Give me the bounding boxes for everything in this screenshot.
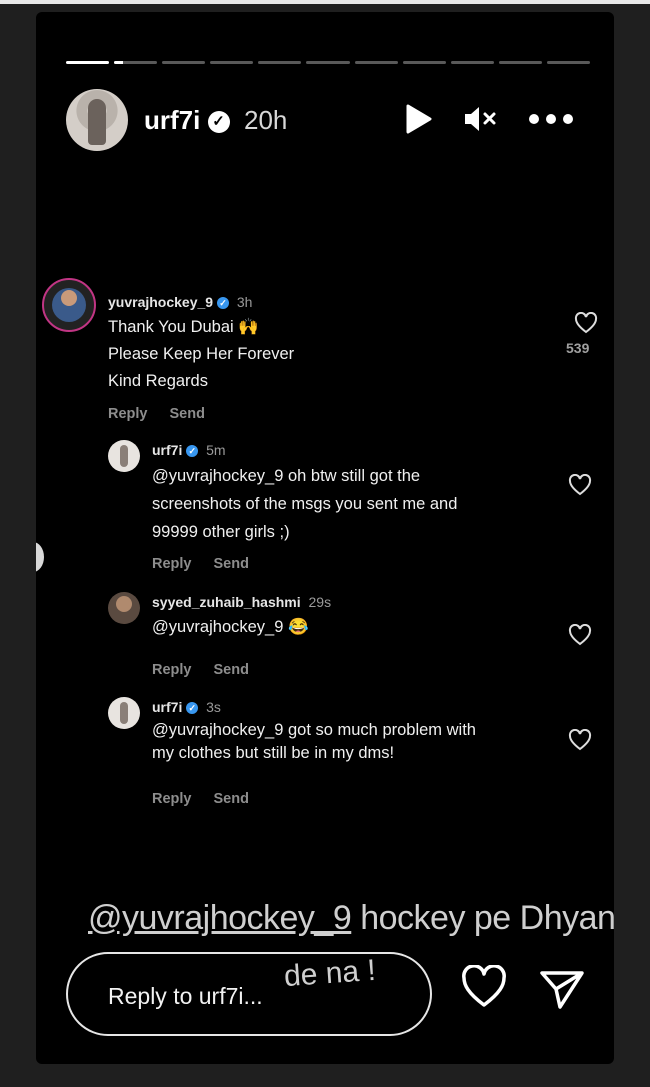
mute-button[interactable] — [463, 103, 497, 135]
story-caption: @yuvrajhockey_9 hockey pe Dhyan — [88, 899, 614, 938]
story-username[interactable]: urf7i ✓ — [144, 105, 230, 136]
like-count: 539 — [566, 340, 590, 356]
heart-outline-icon — [568, 623, 592, 646]
username-text: urf7i — [152, 699, 183, 715]
comment-text: @yuvrajhockey_9 got so much problem with… — [152, 721, 476, 762]
comment-time: 29s — [308, 594, 332, 610]
more-options-button[interactable] — [526, 103, 576, 135]
like-button[interactable] — [568, 728, 592, 751]
reply-button[interactable]: Reply — [152, 791, 192, 807]
reply-button[interactable]: Reply — [152, 662, 192, 678]
send-button[interactable]: Send — [214, 791, 249, 807]
comment-actions: Reply Send — [152, 556, 271, 572]
play-button[interactable] — [404, 103, 434, 135]
avatar[interactable] — [108, 697, 140, 729]
story-timestamp: 20h — [244, 105, 288, 135]
comment-text: @yuvrajhockey_9 😂 — [152, 618, 309, 636]
caption-mention-link[interactable]: @yuvrajhockey_9 — [88, 899, 352, 937]
comment-item: yuvrajhockey_9 ✓ 3h Thank You Dubai 🙌 Pl… — [42, 278, 602, 422]
comment-item: urf7i ✓ 3s @yuvrajhockey_9 got so much p… — [108, 697, 598, 807]
avatar[interactable] — [108, 592, 140, 624]
comment-actions: Reply Send — [152, 791, 271, 807]
comment-time: 3h — [236, 294, 253, 310]
comment-text: @yuvrajhockey_9 oh btw still got the scr… — [152, 467, 458, 541]
muted-speaker-icon — [465, 107, 496, 131]
story-viewer: urf7i ✓ 20h yuvrajhockey_9 ✓ 3h Thank Yo… — [36, 12, 614, 1064]
send-button[interactable]: Send — [170, 406, 205, 422]
more-horizontal-icon — [529, 114, 573, 124]
like-button[interactable] — [574, 311, 598, 334]
caption-text: hockey pe Dhyan — [351, 899, 614, 937]
progress-fill — [66, 61, 110, 64]
progress-segment — [162, 61, 206, 64]
window-top-border — [0, 0, 650, 4]
comment-actions: Reply Send — [108, 406, 227, 422]
share-button[interactable] — [538, 967, 586, 1011]
username-text: syyed_zuhaib_hashmi — [152, 594, 301, 610]
heart-outline-icon — [568, 728, 592, 751]
progress-segment — [546, 61, 591, 64]
like-button[interactable] — [568, 623, 592, 646]
username-text: yuvrajhockey_9 — [108, 294, 214, 310]
progress-segment — [498, 61, 542, 64]
reply-button[interactable]: Reply — [152, 556, 192, 572]
reply-button[interactable]: Reply — [108, 406, 148, 422]
comment-item: syyed_zuhaib_hashmi 29s @yuvrajhockey_9 … — [108, 592, 598, 682]
progress-segment — [258, 61, 302, 64]
like-story-button[interactable] — [460, 964, 508, 1009]
progress-segment — [354, 61, 398, 64]
username-text: urf7i — [152, 442, 183, 458]
verified-badge-icon: ✓ — [186, 702, 199, 715]
avatar[interactable] — [42, 278, 96, 332]
side-scroll-handle[interactable] — [36, 542, 44, 572]
paper-plane-icon — [540, 971, 584, 1009]
send-button[interactable]: Send — [214, 662, 249, 678]
comment-username[interactable]: urf7i ✓ 3s — [152, 699, 221, 715]
verified-badge-icon: ✓ — [207, 111, 230, 134]
avatar[interactable] — [108, 440, 140, 472]
reply-input[interactable]: Reply to urf7i... — [66, 952, 432, 1036]
like-button[interactable] — [568, 473, 592, 496]
comment-username[interactable]: yuvrajhockey_9 ✓ 3h — [108, 294, 252, 310]
reply-placeholder: Reply to urf7i... — [108, 983, 263, 1009]
heart-outline-icon — [574, 311, 598, 334]
comment-text: Thank You Dubai 🙌 Please Keep Her Foreve… — [108, 318, 295, 390]
comment-username[interactable]: syyed_zuhaib_hashmi 29s — [152, 594, 331, 610]
send-button[interactable]: Send — [214, 556, 249, 572]
progress-segment — [450, 61, 494, 64]
comment-actions: Reply Send — [152, 662, 271, 678]
heart-outline-icon — [462, 964, 506, 1007]
comment-username[interactable]: urf7i ✓ 5m — [152, 442, 226, 458]
progress-fill — [114, 61, 123, 64]
progress-segment — [66, 61, 110, 64]
progress-segment — [114, 61, 158, 64]
comment-time: 5m — [206, 442, 226, 458]
progress-segment — [210, 61, 254, 64]
play-icon — [406, 104, 432, 134]
progress-segment — [306, 61, 350, 64]
verified-badge-icon: ✓ — [216, 297, 229, 310]
username-text: urf7i — [144, 105, 201, 135]
story-header: urf7i ✓ 20h — [66, 89, 586, 151]
avatar[interactable] — [66, 89, 128, 151]
comment-item: urf7i ✓ 5m @yuvrajhockey_9 oh btw still … — [108, 440, 598, 580]
story-progress-bar — [66, 61, 591, 65]
comment-time: 3s — [206, 699, 221, 715]
story-caption-continued: de na ! — [282, 953, 377, 994]
verified-badge-icon: ✓ — [186, 445, 199, 458]
progress-segment — [402, 61, 446, 64]
heart-outline-icon — [568, 473, 592, 496]
